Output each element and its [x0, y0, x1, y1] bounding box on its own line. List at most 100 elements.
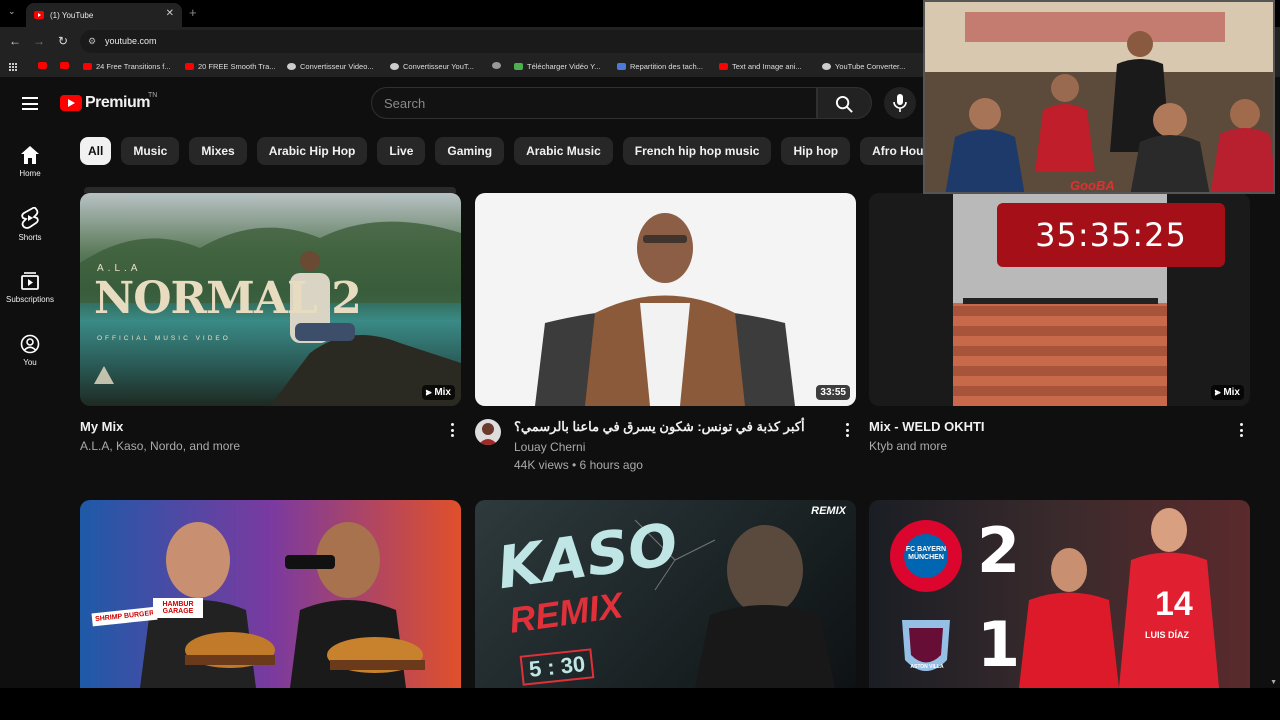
hamburger-menu-icon[interactable] — [22, 97, 38, 110]
user-circle-icon — [20, 334, 40, 354]
chip-hip-hop[interactable]: Hip hop — [781, 137, 851, 165]
video-channel[interactable]: Ktyb and more — [869, 439, 947, 453]
countdown-timer: 35:35:25 — [997, 203, 1225, 267]
video-title[interactable]: Mix - WELD OKHTI — [869, 419, 985, 434]
video-thumbnail[interactable]: SHRIMP BURGER HAMBUR GARAGE — [80, 500, 461, 688]
thumb-label: HAMBUR GARAGE — [153, 598, 203, 618]
bookmark-item[interactable] — [60, 62, 73, 69]
scroll-down-icon[interactable]: ▼ — [1270, 679, 1277, 686]
globe-icon — [287, 63, 296, 70]
avatar-image — [478, 423, 498, 445]
chip-all[interactable]: All — [80, 137, 112, 165]
sidebar-item-you[interactable]: You — [0, 334, 60, 367]
back-icon[interactable]: ← — [8, 34, 22, 48]
browser-tab[interactable]: (1) YouTube ✕ — [26, 3, 182, 27]
bookmark-item[interactable] — [492, 62, 505, 69]
microphone-icon — [893, 94, 907, 112]
tab-title: (1) YouTube — [50, 10, 94, 20]
bookmark-item[interactable]: YouTube Converter... — [822, 62, 905, 71]
globe-icon — [492, 62, 501, 69]
video-thumbnail[interactable]: KASO REMIX 5 : 30 REMIX — [475, 500, 856, 688]
video-meta: 44K views • 6 hours ago — [514, 458, 643, 472]
remix-corner-label: REMIX — [811, 505, 846, 517]
tab-search-icon[interactable]: ⌄ — [8, 6, 16, 17]
sidebar-item-shorts[interactable]: Shorts — [0, 207, 60, 242]
youtube-icon — [719, 63, 728, 70]
youtube-premium-logo[interactable]: Premium TN — [60, 92, 157, 112]
bookmark-item[interactable]: 20 FREE Smooth Tra... — [185, 62, 276, 71]
tab-close-icon[interactable]: ✕ — [166, 8, 174, 19]
video-channel[interactable]: Louay Cherni — [514, 440, 585, 454]
chip-gaming[interactable]: Gaming — [435, 137, 505, 165]
player-number: 14 — [1155, 585, 1193, 623]
away-score: 1 — [977, 608, 1021, 681]
subscriptions-icon — [21, 272, 39, 290]
video-channel[interactable]: A.L.A, Kaso, Nordo, and more — [80, 439, 240, 453]
forward-icon[interactable]: → — [32, 34, 46, 48]
cam-label: GooBA — [1070, 178, 1115, 193]
video-title[interactable]: My Mix — [80, 419, 123, 434]
home-club-name: FC BAYERN MÜNCHEN — [905, 546, 947, 561]
bookmark-item[interactable]: Convertisseur YouT... — [390, 62, 474, 71]
youtube-icon — [83, 63, 92, 70]
sidebar-item-label: Subscriptions — [5, 295, 55, 304]
chip-arabic-music[interactable]: Arabic Music — [514, 137, 613, 165]
sidebar-item-label: Home — [19, 169, 41, 178]
bookmark-item[interactable]: Télécharger Vidéo Y... — [514, 62, 600, 71]
away-club-name: ASTON VILLA — [910, 664, 944, 670]
youtube-logo-icon — [60, 95, 82, 111]
shorts-icon — [21, 207, 39, 229]
thumb-caption: OFFICIAL MUSIC VIDEO — [97, 335, 231, 342]
chip-music[interactable]: Music — [121, 137, 180, 165]
voice-search-button[interactable] — [884, 87, 916, 119]
video-thumbnail[interactable]: A.L.A NORMAL 2 OFFICIAL MUSIC VIDEO ⫸ Mi… — [80, 193, 461, 406]
home-icon — [21, 146, 39, 164]
duration-badge: 33:55 — [816, 385, 850, 400]
bookmark-item[interactable]: Convertisseur Video... — [287, 62, 374, 71]
search-input[interactable]: Search — [371, 87, 817, 119]
globe-icon — [822, 63, 831, 70]
burger-hosts-illustration — [140, 522, 425, 688]
youtube-icon — [60, 62, 69, 69]
chip-live[interactable]: Live — [377, 137, 426, 165]
thumb-title: NORMAL 2 — [94, 273, 362, 324]
bookmark-item[interactable]: Text and Image ani... — [719, 62, 802, 71]
player-name: LUIS DÍAZ — [1145, 630, 1189, 640]
video-thumbnail[interactable]: FC BAYERN MÜNCHEN ASTON VILLA 2 1 14 LUI… — [869, 500, 1250, 688]
video-title[interactable]: أكبر كذبة في تونس: شكون يسرق في ماعنا با… — [514, 419, 805, 435]
more-options-icon[interactable] — [1240, 423, 1244, 440]
webcam-overlay: GooBA — [923, 0, 1275, 194]
chip-french-hip-hop[interactable]: French hip hop music — [622, 137, 772, 165]
taskbar-strip — [0, 688, 1280, 720]
apps-grid-icon[interactable] — [8, 62, 17, 71]
webcam-feed-image — [925, 2, 1273, 192]
more-options-icon[interactable] — [846, 423, 850, 440]
new-tab-icon[interactable]: + — [189, 5, 197, 20]
country-code: TN — [148, 92, 158, 99]
bookmark-item[interactable]: Repartition des tach... — [617, 62, 703, 71]
sidebar-item-home[interactable]: Home — [0, 145, 60, 178]
chip-arabic-hip-hop[interactable]: Arabic Hip Hop — [256, 137, 368, 165]
search-placeholder: Search — [384, 96, 426, 111]
site-info-icon[interactable]: ⚙ — [88, 36, 98, 46]
sidebar-item-subscriptions[interactable]: Subscriptions — [0, 271, 60, 304]
video-thumbnail[interactable]: 33:55 — [475, 193, 856, 406]
home-score: 2 — [977, 514, 1021, 587]
youtube-icon — [185, 63, 194, 70]
channel-avatar[interactable] — [475, 419, 501, 445]
sidebar-item-label: You — [23, 358, 37, 367]
search-button[interactable] — [817, 87, 872, 119]
logo-text: Premium — [85, 94, 150, 111]
ala-logo-icon — [94, 366, 114, 384]
docs-icon — [617, 63, 626, 70]
download-icon — [514, 63, 523, 70]
bookmark-item[interactable] — [38, 62, 51, 69]
bookmark-item[interactable]: 24 Free Transitions f... — [83, 62, 171, 71]
sidebar-item-label: Shorts — [18, 233, 42, 242]
more-options-icon[interactable] — [451, 423, 455, 440]
mix-badge: ⫸ Mix — [1210, 385, 1244, 400]
chip-mixes[interactable]: Mixes — [189, 137, 247, 165]
reload-icon[interactable]: ↻ — [56, 34, 70, 48]
mix-badge: ⫸ Mix — [421, 385, 455, 400]
youtube-favicon-icon — [34, 11, 44, 19]
